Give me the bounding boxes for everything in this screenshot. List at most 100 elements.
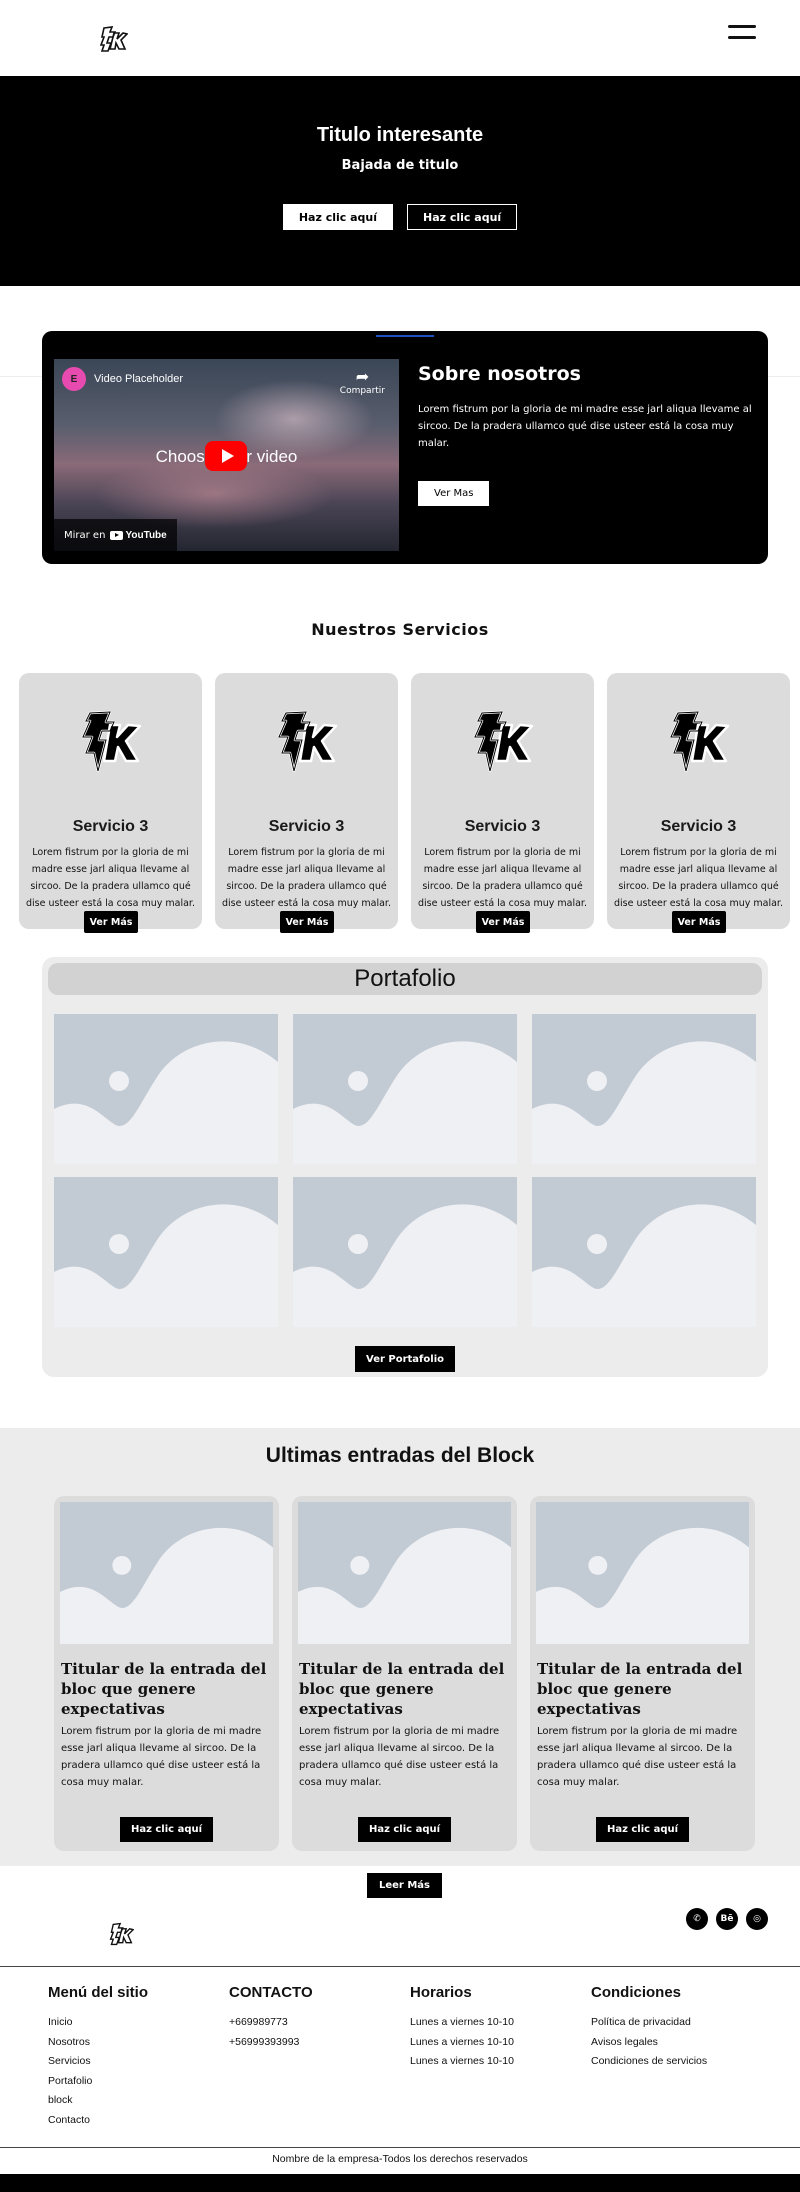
hero-secondary-button[interactable]: Haz clic aquí (407, 204, 518, 230)
service-title: Servicio 3 (72, 818, 149, 835)
service-more-button[interactable]: Ver Más (280, 911, 334, 933)
footer-contact-column: CONTACTO +669989773 +56999393993 (229, 1984, 410, 2130)
footer-column-title: Menú del sitio (48, 1984, 149, 2001)
share-button[interactable]: ➦ Compartir (340, 367, 385, 396)
service-title: Servicio 3 (268, 818, 345, 835)
service-more-button[interactable]: Ver Más (672, 911, 726, 933)
image-placeholder-icon[interactable] (54, 1014, 278, 1164)
blog-card-button[interactable]: Haz clic aquí (358, 1817, 451, 1842)
services-list: Servicio 3 Lorem fistrum por la gloria d… (19, 673, 791, 933)
fk-logo-icon (473, 710, 534, 773)
image-placeholder-icon[interactable] (532, 1014, 756, 1164)
footer-link-terms[interactable]: Condiciones de servicios (591, 2052, 772, 2072)
blog-card-button[interactable]: Haz clic aquí (596, 1817, 689, 1842)
image-placeholder-icon[interactable] (532, 1177, 756, 1327)
service-more-button[interactable]: Ver Más (84, 911, 138, 933)
blog-title: Ultimas entradas del Block (265, 1444, 535, 1467)
footer-hours-item: Lunes a viernes 10-10 (410, 2035, 514, 2048)
share-icon: ➦ (355, 367, 370, 386)
behance-icon[interactable]: Bē (716, 1908, 738, 1930)
footer-column-title: Condiciones (591, 1984, 682, 2001)
bottom-bar (0, 2174, 800, 2192)
footer-divider (0, 1966, 800, 1967)
footer-phone[interactable]: +56999393993 (229, 2033, 410, 2053)
video-title[interactable]: Video Placeholder (94, 373, 183, 385)
image-placeholder-icon[interactable] (293, 1014, 517, 1164)
watch-on-youtube-button[interactable]: Mirar en YouTube (54, 519, 177, 551)
service-text: Lorem fistrum por la gloria de mi madre … (26, 847, 195, 909)
service-more-button[interactable]: Ver Más (476, 911, 530, 933)
portfolio-grid (54, 1014, 756, 1327)
about-title: Sobre nosotros (418, 363, 581, 385)
fk-logo-icon[interactable] (98, 24, 128, 54)
portfolio-button[interactable]: Ver Portafolio (355, 1346, 455, 1372)
image-placeholder-icon[interactable] (293, 1177, 517, 1327)
hero-section: Titulo interesante Bajada de titulo Haz … (0, 76, 800, 286)
footer-link-inicio[interactable]: Inicio (48, 2013, 229, 2033)
footer-link-block[interactable]: block (48, 2091, 229, 2111)
about-text: Lorem fistrum por la gloria de mi madre … (418, 404, 752, 449)
image-placeholder-icon[interactable] (60, 1502, 273, 1644)
copyright-text: Nombre de la empresa-Todos los derechos … (272, 2153, 528, 2165)
service-text: Lorem fistrum por la gloria de mi madre … (418, 847, 587, 909)
about-section: E Video Placeholder ➦ Compartir Choose y… (42, 331, 768, 564)
blog-card-button[interactable]: Haz clic aquí (120, 1817, 213, 1842)
footer-link-servicios[interactable]: Servicios (48, 2052, 229, 2072)
blog-card: Titular de la entrada del bloc que gener… (54, 1496, 279, 1851)
fk-logo-icon (81, 710, 142, 773)
blog-card-title[interactable]: Titular de la entrada del bloc que gener… (299, 1659, 510, 1719)
service-title: Servicio 3 (660, 818, 737, 835)
footer-phone[interactable]: +669989773 (229, 2013, 410, 2033)
footer-link-nosotros[interactable]: Nosotros (48, 2033, 229, 2053)
footer-hours-item: Lunes a viernes 10-10 (410, 2016, 514, 2028)
blog-card-text: Lorem fistrum por la gloria de mi madre … (299, 1726, 500, 1788)
share-label: Compartir (339, 386, 385, 396)
image-placeholder-icon[interactable] (536, 1502, 749, 1644)
footer-column-title: CONTACTO (229, 1984, 313, 2001)
blog-card-text: Lorem fistrum por la gloria de mi madre … (537, 1726, 738, 1788)
service-text: Lorem fistrum por la gloria de mi madre … (614, 847, 783, 909)
about-more-button[interactable]: Ver Mas (418, 481, 490, 506)
blog-card-title[interactable]: Titular de la entrada del bloc que gener… (537, 1659, 748, 1719)
instagram-icon[interactable]: ◎ (746, 1908, 768, 1930)
youtube-logo-icon: YouTube (110, 529, 167, 541)
service-card: Servicio 3 Lorem fistrum por la gloria d… (411, 673, 594, 933)
service-card: Servicio 3 Lorem fistrum por la gloria d… (19, 673, 202, 933)
hamburger-menu-icon[interactable] (728, 25, 756, 39)
youtube-label: YouTube (125, 529, 167, 541)
play-icon[interactable] (205, 441, 247, 471)
image-placeholder-icon[interactable] (54, 1177, 278, 1327)
whatsapp-icon[interactable]: ✆ (686, 1908, 708, 1930)
service-card: Servicio 3 Lorem fistrum por la gloria d… (607, 673, 790, 933)
footer-link-legal[interactable]: Avisos legales (591, 2033, 772, 2053)
image-placeholder-icon[interactable] (298, 1502, 511, 1644)
fk-logo-icon (669, 710, 730, 773)
footer-link-privacy[interactable]: Política de privacidad (591, 2013, 772, 2033)
footer-hours-column: Horarios Lunes a viernes 10-10 Lunes a v… (410, 1984, 591, 2130)
copyright-divider (0, 2147, 800, 2148)
blog-card-text: Lorem fistrum por la gloria de mi madre … (61, 1726, 262, 1788)
blog-card: Titular de la entrada del bloc que gener… (530, 1496, 755, 1851)
footer-link-contacto[interactable]: Contacto (48, 2111, 229, 2131)
footer-conditions-column: Condiciones Política de privacidad Aviso… (591, 1984, 772, 2130)
video-player[interactable]: E Video Placeholder ➦ Compartir Choose y… (54, 359, 399, 551)
watch-on-label: Mirar en (64, 529, 106, 541)
footer-column-title: Horarios (410, 1984, 472, 2001)
site-header (0, 0, 800, 76)
fk-logo-icon (277, 710, 338, 773)
elementor-icon[interactable]: E (62, 367, 86, 391)
blog-posts: Titular de la entrada del bloc que gener… (54, 1496, 755, 1851)
hero-primary-button[interactable]: Haz clic aquí (282, 204, 393, 230)
blog-section: Ultimas entradas del Block Titular de la… (0, 1428, 800, 1866)
blog-card-title[interactable]: Titular de la entrada del bloc que gener… (61, 1659, 272, 1719)
service-card: Servicio 3 Lorem fistrum por la gloria d… (215, 673, 398, 933)
service-title: Servicio 3 (464, 818, 541, 835)
social-links: ✆ Bē ◎ (686, 1908, 768, 1930)
accent-line (376, 335, 434, 337)
footer-link-portafolio[interactable]: Portafolio (48, 2072, 229, 2092)
hero-buttons: Haz clic aquí Haz clic aquí (0, 204, 800, 230)
video-header: E Video Placeholder (62, 367, 183, 391)
portfolio-title: Portafolio (48, 963, 762, 995)
read-more-button[interactable]: Leer Más (367, 1873, 442, 1898)
fk-logo-icon[interactable] (108, 1920, 134, 1948)
